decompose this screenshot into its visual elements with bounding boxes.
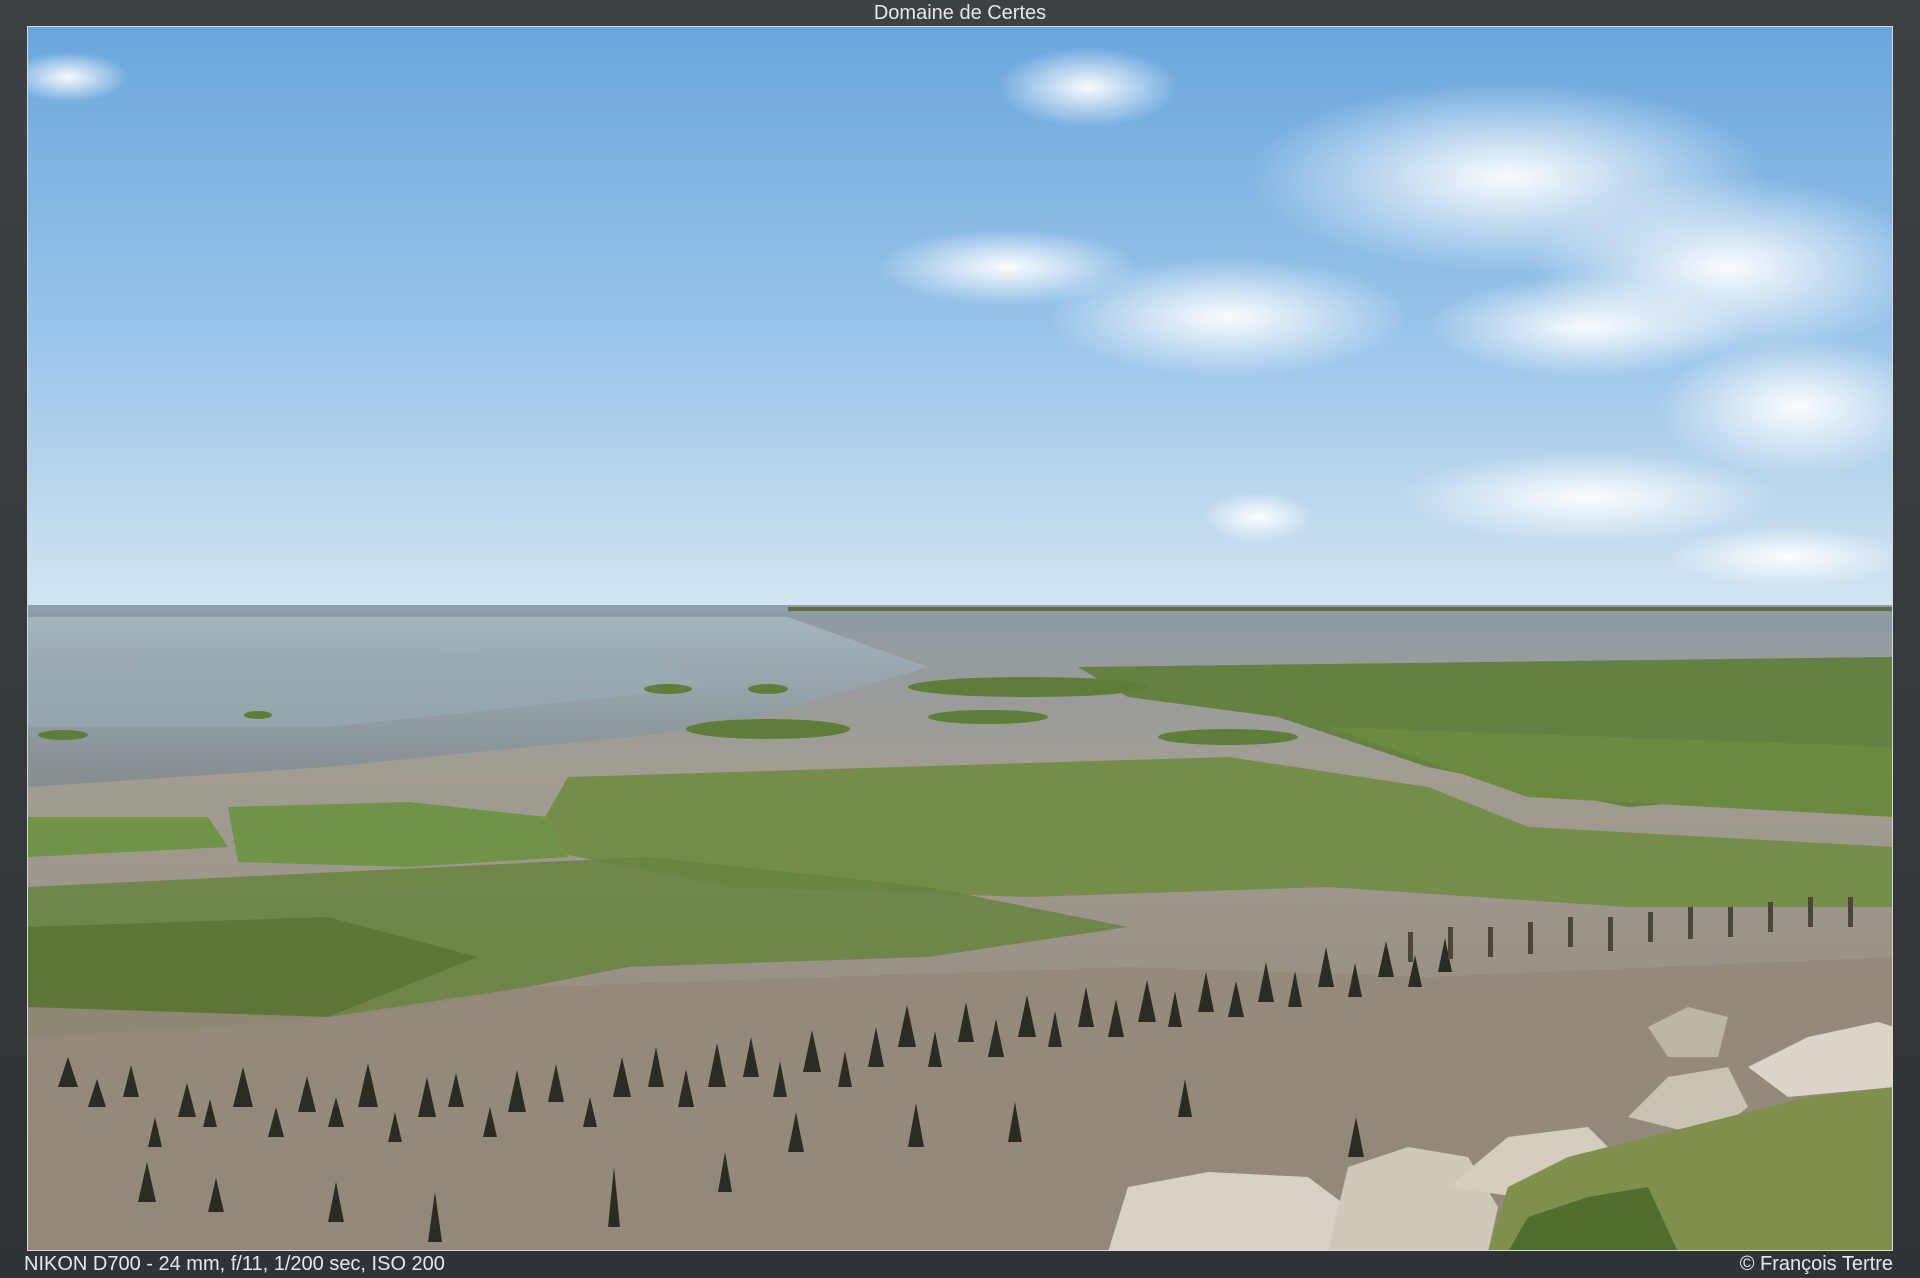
photo-illustration [28,27,1892,1250]
landscape-photo [27,26,1893,1251]
photo-title: Domaine de Certes [873,2,1047,24]
exif-caption: NIKON D700 - 24 mm, f/11, 1/200 sec, ISO… [24,1253,445,1275]
copyright-caption: © François Tertre [1739,1253,1893,1275]
